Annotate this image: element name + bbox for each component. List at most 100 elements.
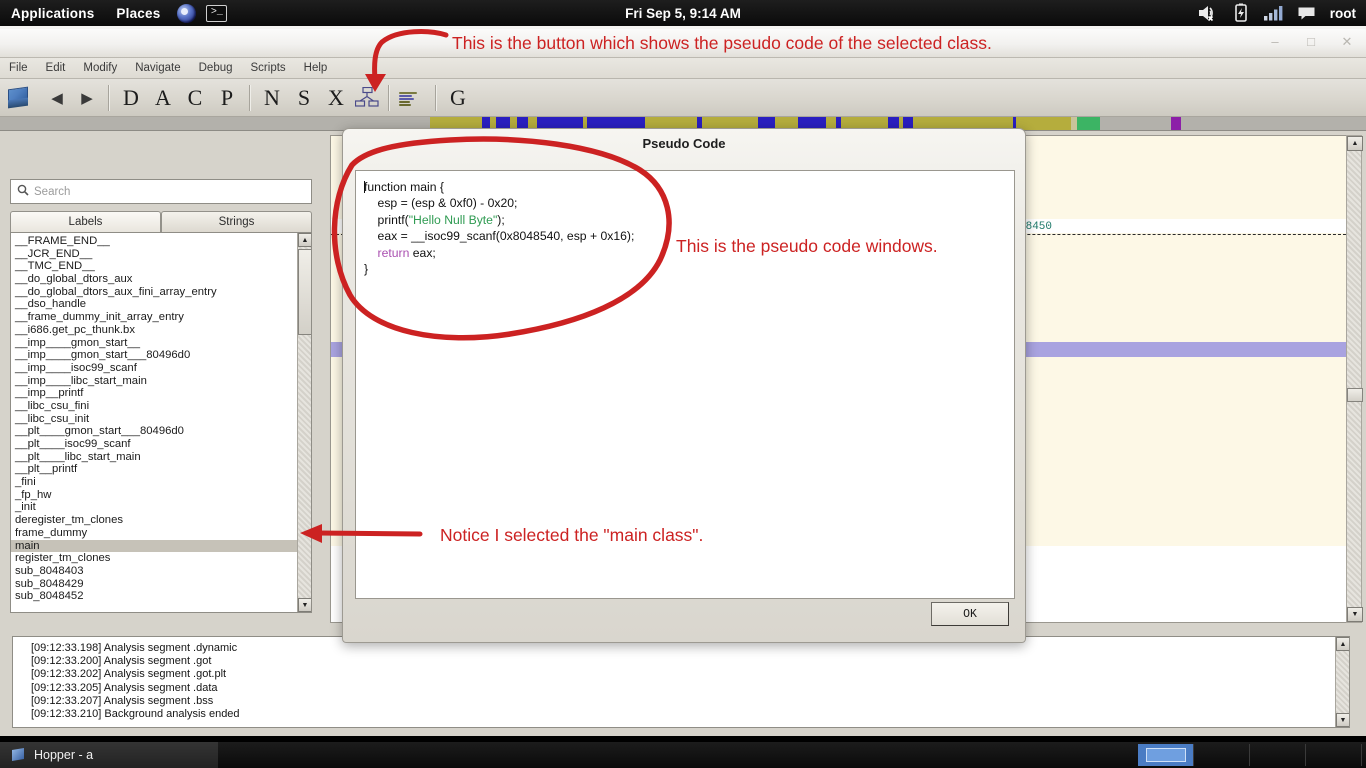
network-signal-icon[interactable] <box>1263 5 1283 21</box>
tab-labels[interactable]: Labels <box>10 211 161 232</box>
pseudo-code-icon[interactable] <box>395 83 429 113</box>
workspace-4[interactable] <box>1306 744 1362 766</box>
menu-edit[interactable]: Edit <box>37 58 75 78</box>
list-item[interactable]: __JCR_END__ <box>11 248 299 261</box>
menu-file[interactable]: File <box>0 58 37 78</box>
list-item[interactable]: _init <box>11 501 299 514</box>
list-item[interactable]: __plt____libc_start_main <box>11 451 299 464</box>
annotation-toolbar-note: This is the button which shows the pseud… <box>452 33 992 53</box>
close-icon[interactable]: ✕ <box>1340 35 1354 49</box>
applications-menu[interactable]: Applications <box>0 6 105 21</box>
log-line: [09:12:33.207] Analysis segment .bss <box>31 694 214 707</box>
battery-charging-icon[interactable] <box>1233 3 1249 23</box>
toolbar-button-s[interactable]: S <box>288 84 320 112</box>
maximize-icon[interactable]: □ <box>1304 35 1318 49</box>
toolbar-button-c[interactable]: C <box>179 84 211 112</box>
list-item[interactable]: _fini <box>11 476 299 489</box>
log-scroll-down-button[interactable]: ▼ <box>1336 713 1349 727</box>
segment-block[interactable] <box>1077 117 1100 130</box>
list-item[interactable]: register_tm_clones <box>11 552 299 565</box>
code-token-plain: } <box>364 262 369 277</box>
control-flow-graph-icon[interactable] <box>352 85 382 111</box>
list-item[interactable]: __frame_dummy_init_array_entry <box>11 311 299 324</box>
minimize-icon[interactable]: – <box>1268 35 1282 49</box>
list-item[interactable]: __do_global_dtors_aux <box>11 273 299 286</box>
labels-list[interactable]: __FRAME_END__ __JCR_END__ __TMC_END__ __do_… <box>10 232 312 613</box>
labels-scrollbar[interactable]: ▲ ▼ <box>297 233 311 612</box>
menu-scripts[interactable]: Scripts <box>242 58 295 78</box>
segment-block[interactable] <box>1171 117 1181 130</box>
workspace-1[interactable] <box>1138 744 1194 766</box>
scroll-down-button[interactable]: ▼ <box>298 598 311 612</box>
taskbar-window-hopper[interactable]: Hopper - a <box>0 742 218 768</box>
code-line: esp = (esp & 0xf0) - 0x20; <box>364 195 1006 211</box>
list-item[interactable]: __imp__printf <box>11 387 299 400</box>
menu-navigate[interactable]: Navigate <box>126 58 189 78</box>
list-item[interactable]: sub_8048452 <box>11 590 299 603</box>
terminal-icon[interactable]: >_ <box>206 4 228 22</box>
list-item[interactable]: __imp____gmon_start__ <box>11 337 299 350</box>
log-scroll-up-button[interactable]: ▲ <box>1336 637 1349 651</box>
search-input[interactable]: Search <box>10 179 312 204</box>
toolbar-button-d[interactable]: D <box>115 84 147 112</box>
log-panel[interactable]: [09:12:33.198] Analysis segment .dynamic… <box>12 636 1350 728</box>
list-item[interactable]: __do_global_dtors_aux_fini_array_entry <box>11 286 299 299</box>
list-item[interactable]: __imp____isoc99_scanf <box>11 362 299 375</box>
scrollbar-thumb[interactable] <box>298 249 311 335</box>
hopper-logo-icon <box>6 86 32 110</box>
list-item[interactable]: _fp_hw <box>11 489 299 502</box>
list-item[interactable]: __plt__printf <box>11 463 299 476</box>
toolbar-button-p[interactable]: P <box>211 84 243 112</box>
list-item[interactable]: sub_8048429 <box>11 578 299 591</box>
list-item[interactable]: sub_8048403 <box>11 565 299 578</box>
places-menu[interactable]: Places <box>105 6 171 21</box>
toolbar-separator <box>249 84 250 111</box>
workspace-switcher[interactable] <box>1138 744 1362 766</box>
workspace-3[interactable] <box>1250 744 1306 766</box>
firefox-icon[interactable] <box>177 3 197 23</box>
log-lines: [09:12:33.198] Analysis segment .dynamic… <box>13 637 1349 721</box>
list-item[interactable]: __FRAME_END__ <box>11 235 299 248</box>
list-item[interactable]: __libc_csu_init <box>11 413 299 426</box>
ok-button[interactable]: OK <box>931 602 1009 626</box>
search-icon <box>17 183 29 201</box>
workspace-2[interactable] <box>1194 744 1250 766</box>
code-token-plain: eax = __isoc99_scanf(0x8048540, esp + 0x… <box>377 229 635 244</box>
chat-bubble-icon[interactable] <box>1297 6 1316 21</box>
list-item[interactable]: __TMC_END__ <box>11 260 299 273</box>
list-item[interactable]: deregister_tm_clones <box>11 514 299 527</box>
list-item[interactable]: __plt____gmon_start___80496d0 <box>11 425 299 438</box>
log-scrollbar[interactable]: ▲ ▼ <box>1335 637 1349 727</box>
menu-help[interactable]: Help <box>295 58 337 78</box>
menu-modify[interactable]: Modify <box>74 58 126 78</box>
list-item[interactable]: __dso_handle <box>11 298 299 311</box>
list-item[interactable]: __i686.get_pc_thunk.bx <box>11 324 299 337</box>
toolbar-button-x[interactable]: X <box>320 84 352 112</box>
disasm-scroll-down-button[interactable]: ▼ <box>1347 607 1363 622</box>
code-token-keyword: return <box>377 245 410 260</box>
tab-strings[interactable]: Strings <box>161 211 312 232</box>
list-item[interactable]: frame_dummy <box>11 527 299 540</box>
volume-muted-icon[interactable] <box>1197 4 1219 22</box>
list-item[interactable]: main <box>11 539 299 553</box>
list-item[interactable]: __imp____gmon_start___80496d0 <box>11 349 299 362</box>
toolbar-button-n[interactable]: N <box>256 84 288 112</box>
disasm-scrollbar-thumb[interactable] <box>1347 388 1363 402</box>
forward-button[interactable]: ▶ <box>72 89 102 107</box>
scroll-up-button[interactable]: ▲ <box>298 233 311 247</box>
list-item[interactable]: __libc_csu_fini <box>11 400 299 413</box>
toolbar-button-a[interactable]: A <box>147 84 179 112</box>
disasm-scroll-up-button[interactable]: ▲ <box>1347 136 1363 151</box>
code-token-plain: printf( <box>377 212 409 227</box>
list-item[interactable]: __plt____isoc99_scanf <box>11 438 299 451</box>
menu-debug[interactable]: Debug <box>190 58 242 78</box>
toolbar-button-g[interactable]: G <box>442 84 474 112</box>
pseudo-code-body: function main { esp = (esp & 0xf0) - 0x2… <box>364 179 1006 277</box>
username-label[interactable]: root <box>1330 6 1356 21</box>
disassembly-scrollbar[interactable]: ▲ ▼ <box>1346 135 1363 623</box>
dialog-title: Pseudo Code <box>642 136 726 151</box>
list-item[interactable]: __imp____libc_start_main <box>11 375 299 388</box>
back-button[interactable]: ◀ <box>42 89 72 107</box>
panel-status-area: root <box>1197 3 1366 23</box>
